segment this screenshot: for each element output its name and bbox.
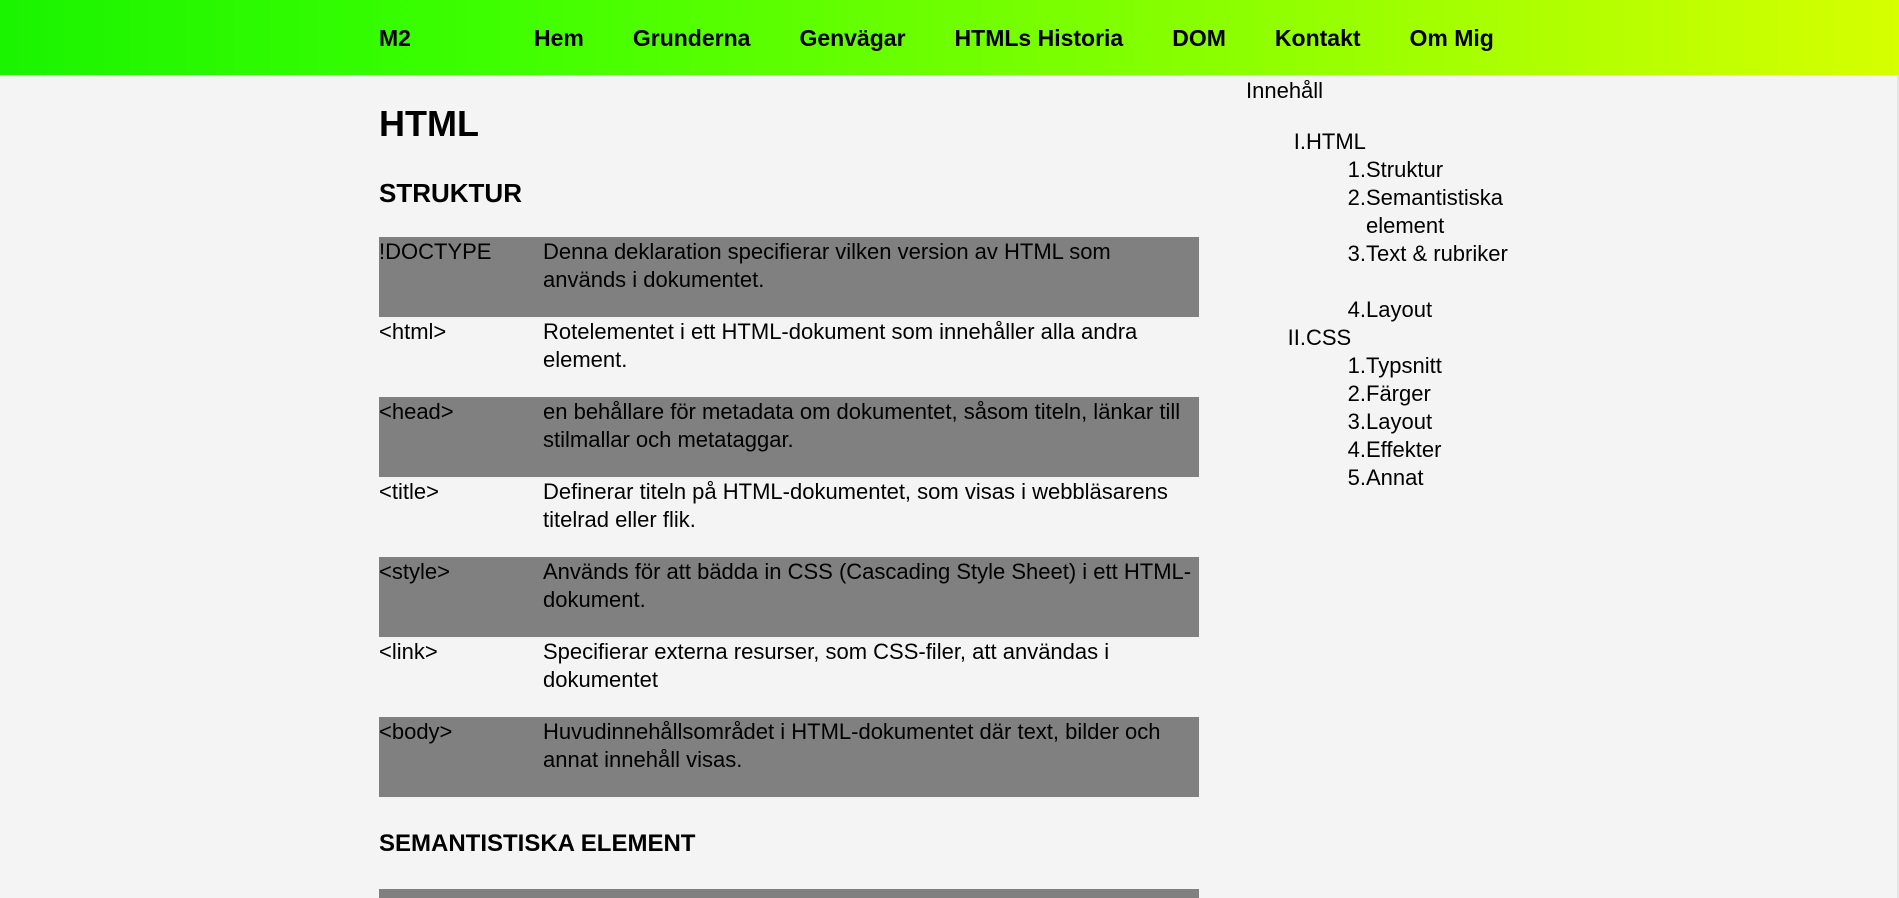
toc-number: 1. [1347, 157, 1366, 182]
row-tag: <title> [379, 479, 439, 504]
toc-number: 4. [1347, 437, 1366, 462]
toc-label: Layout [1366, 297, 1433, 322]
nav-link-dom[interactable]: DOM [1172, 25, 1226, 51]
section-heading-semantistiska-element: SEMANTISTISKA ELEMENT [379, 830, 696, 857]
table-row: <style> Används för att bädda in CSS (Ca… [379, 557, 1199, 637]
toc-item-annat[interactable]: 5. Annat [1246, 464, 1546, 492]
nav-link-genvagar[interactable]: Genvägar [799, 25, 905, 51]
row-tag: !DOCTYPE [379, 239, 492, 264]
table-row: !DOCTYPE Denna deklaration specifierar v… [379, 237, 1199, 317]
toc-number: 4. [1347, 297, 1366, 322]
row-description: Används för att bädda in CSS (Cascading … [543, 559, 1192, 612]
toc-item-semantistiska-element[interactable]: 2. Semantistiska element [1246, 184, 1546, 240]
toc-number: 2. [1347, 381, 1366, 406]
toc-item-layout[interactable]: 4. Layout [1246, 296, 1546, 324]
nav-link-htmls-historia[interactable]: HTMLs Historia [955, 25, 1124, 51]
toc-label: Text & rubriker [1366, 241, 1508, 266]
toc-item-css-layout[interactable]: 3. Layout [1246, 408, 1546, 436]
main-nav: Hem Grunderna Genvägar HTMLs Historia DO… [534, 25, 1494, 51]
toc-number: 3. [1347, 409, 1366, 434]
toc-item-struktur[interactable]: 1. Struktur [1246, 156, 1546, 184]
row-description: Definerar titeln på HTML-dokumentet, som… [543, 479, 1168, 532]
toc-label: CSS [1306, 325, 1352, 350]
row-tag: <style> [379, 559, 450, 584]
nav-link-om-mig[interactable]: Om Mig [1410, 25, 1494, 51]
row-description: Denna deklaration specifierar vilken ver… [543, 239, 1111, 292]
table-row: <head> en behållare för metadata om doku… [379, 397, 1199, 477]
toc-number: 5. [1347, 465, 1366, 490]
toc-label: HTML [1306, 129, 1366, 154]
section-heading-struktur: STRUKTUR [379, 178, 522, 208]
toc-section-css[interactable]: II. CSS [1246, 324, 1546, 352]
toc-section-html[interactable]: I. HTML [1246, 128, 1546, 156]
toc-label: Semantistiska element [1366, 185, 1503, 238]
site-logo-link[interactable]: M2 [379, 25, 411, 51]
row-description: en behållare för metadata om dokumentet,… [543, 399, 1181, 452]
table-row: <body> Huvudinnehållsområdet i HTML-doku… [379, 717, 1199, 797]
toc-label: Layout [1366, 409, 1433, 434]
toc-number: II. [1287, 325, 1306, 350]
nav-link-hem[interactable]: Hem [534, 25, 584, 51]
toc-title: Innehåll [1246, 78, 1324, 103]
toc-number: 3. [1347, 241, 1366, 266]
toc-label: Typsnitt [1366, 353, 1442, 378]
toc-label: Annat [1366, 465, 1424, 490]
row-tag: <link> [379, 639, 438, 664]
toc-item-effekter[interactable]: 4. Effekter [1246, 436, 1546, 464]
table-row: <title> Definerar titeln på HTML-dokumen… [379, 477, 1199, 557]
definition-table: !DOCTYPE Denna deklaration specifierar v… [379, 237, 1199, 797]
toc-number: 1. [1347, 353, 1366, 378]
row-tag: <html> [379, 319, 447, 344]
toc-item-text-rubriker[interactable]: 3. Text & rubriker [1246, 240, 1546, 296]
row-description: Huvudinnehållsområdet i HTML-dokumentet … [543, 719, 1161, 772]
toc-item-typsnitt[interactable]: 1. Typsnitt [1246, 352, 1546, 380]
toc-label: Effekter [1366, 437, 1442, 462]
toc-label: Färger [1366, 381, 1431, 406]
toc-number: I. [1293, 129, 1306, 154]
toc-item-farger[interactable]: 2. Färger [1246, 380, 1546, 408]
page-title: HTML [379, 103, 479, 144]
toc-list: I. HTML 1. Struktur 2. Semantistiska ele… [1246, 128, 1546, 492]
nav-link-kontakt[interactable]: Kontakt [1275, 25, 1361, 51]
table-row-partial [379, 889, 1199, 898]
row-tag: <body> [379, 719, 453, 744]
nav-link-grunderna[interactable]: Grunderna [633, 25, 751, 51]
table-row: <link> Specifierar externa resurser, som… [379, 637, 1199, 717]
table-row: <html> Rotelementet i ett HTML-dokument … [379, 317, 1199, 397]
row-description: Specifierar externa resurser, som CSS-fi… [543, 639, 1110, 692]
toc-number: 2. [1347, 185, 1366, 210]
top-navigation-bar: M2 Hem Grunderna Genvägar HTMLs Historia… [0, 0, 1899, 75]
row-tag: <head> [379, 399, 454, 424]
row-description: Rotelementet i ett HTML-dokument som inn… [543, 319, 1138, 372]
toc-label: Struktur [1366, 157, 1444, 182]
